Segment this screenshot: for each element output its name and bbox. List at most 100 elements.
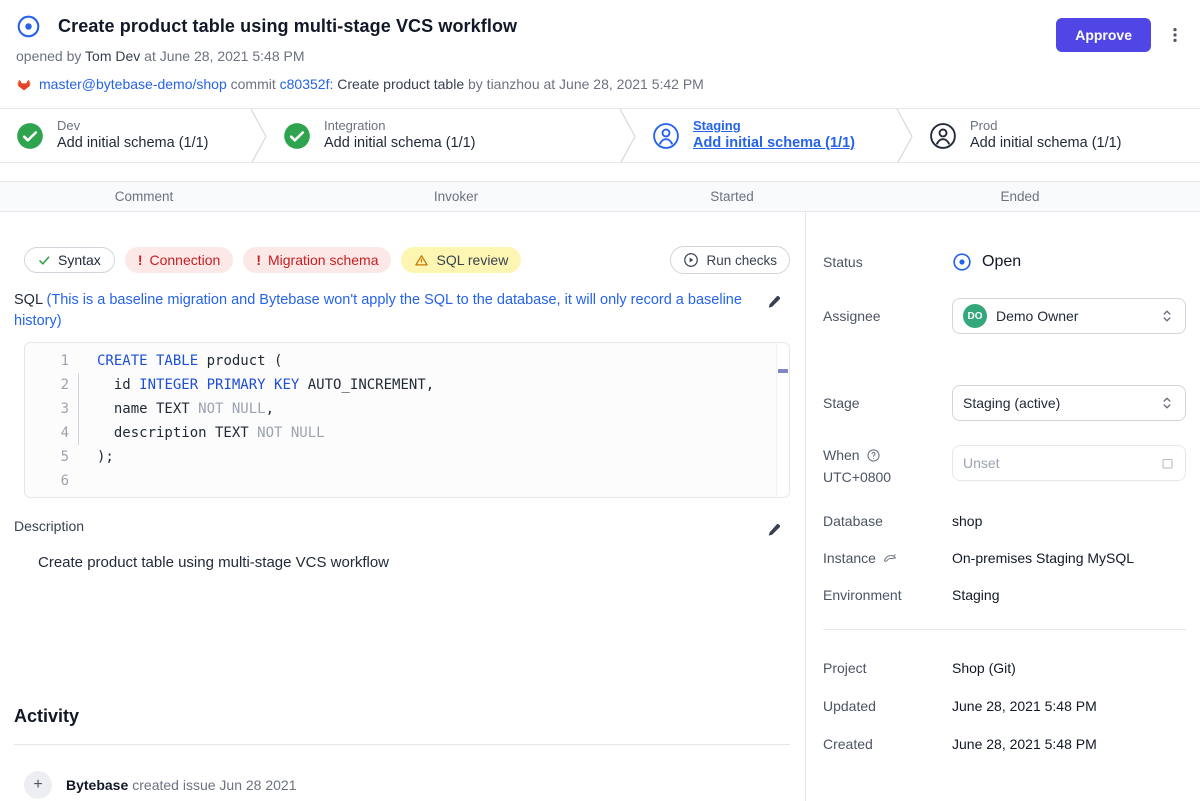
status-row: Status Open	[823, 252, 1186, 272]
pipeline-stage-staging[interactable]: StagingAdd initial schema (1/1)	[636, 109, 896, 162]
task-table-header: Comment Invoker Started Ended	[0, 181, 1200, 212]
stage-label: Stage	[823, 395, 952, 411]
column-invoker: Invoker	[288, 189, 624, 204]
assignee-select[interactable]: DO Demo Owner	[952, 298, 1186, 334]
description-label: Description	[14, 518, 84, 534]
status-open-icon	[952, 252, 972, 272]
stage-task: Add initial schema (1/1)	[57, 134, 209, 153]
created-label: Created	[823, 736, 952, 752]
run-checks-button[interactable]: Run checks	[670, 246, 790, 274]
activity-action: created issue Jun 28 2021	[132, 777, 296, 793]
kebab-menu-icon[interactable]	[1164, 23, 1186, 47]
issue-sidebar: Status Open Assignee DO Demo Owner Stage…	[805, 212, 1200, 801]
check-badges-row: Syntax ! Connection ! Migration schema S…	[24, 246, 790, 274]
database-value[interactable]: shop	[952, 513, 1186, 529]
opener-name: Tom Dev	[85, 48, 140, 64]
pipeline-stage-prod[interactable]: ProdAdd initial schema (1/1)	[913, 109, 1200, 162]
stage-task: Add initial schema (1/1)	[693, 134, 855, 153]
stage-row: Stage Staging (active)	[823, 385, 1186, 421]
stage-name: Staging	[693, 118, 855, 134]
when-label: When	[823, 445, 860, 465]
chevron-up-down-icon	[1159, 395, 1175, 411]
created-value: June 28, 2021 5:48 PM	[952, 736, 1186, 752]
scrollbar-marker	[778, 369, 788, 373]
stage-pipeline: DevAdd initial schema (1/1) IntegrationA…	[0, 108, 1200, 163]
check-badge-connection[interactable]: ! Connection	[125, 247, 234, 273]
description-header: Description	[14, 518, 790, 538]
edit-description-pencil-icon[interactable]	[766, 522, 782, 538]
check-badge-sql-review[interactable]: SQL review	[401, 247, 521, 273]
edit-sql-pencil-icon[interactable]	[766, 294, 782, 310]
instance-label: Instance	[823, 550, 876, 566]
stage-value: Staging (active)	[963, 395, 1150, 411]
pipeline-stage-dev[interactable]: DevAdd initial schema (1/1)	[0, 109, 250, 162]
approve-button[interactable]: Approve	[1056, 18, 1151, 52]
plus-icon: +	[24, 771, 52, 799]
activity-heading: Activity	[14, 706, 790, 730]
baseline-note: (This is a baseline migration and Byteba…	[14, 292, 742, 329]
created-row: Created June 28, 2021 5:48 PM	[823, 736, 1186, 752]
issue-detail-panel: Syntax ! Connection ! Migration schema S…	[0, 212, 805, 801]
assignee-value: Demo Owner	[996, 308, 1150, 324]
instance-value[interactable]: On-premises Staging MySQL	[952, 550, 1186, 566]
gitlab-icon	[16, 76, 32, 92]
column-started: Started	[624, 189, 840, 204]
exclamation-icon: !	[256, 252, 261, 268]
divider	[14, 744, 790, 745]
updated-label: Updated	[823, 698, 952, 714]
pipeline-stage-integration[interactable]: IntegrationAdd initial schema (1/1)	[267, 109, 619, 162]
mysql-dolphin-icon	[882, 550, 898, 566]
status-value: Open	[982, 253, 1021, 271]
updated-value: June 28, 2021 5:48 PM	[952, 698, 1186, 714]
stage-task: Add initial schema (1/1)	[324, 134, 476, 153]
vcs-commit-line: master@bytebase-demo/shop commit c80352f…	[16, 74, 1184, 94]
instance-row: Instance On-premises Staging MySQL	[823, 550, 1186, 566]
user-circle-icon	[929, 122, 957, 150]
chevron-up-down-icon	[1159, 308, 1175, 324]
check-badge-syntax[interactable]: Syntax	[24, 247, 115, 273]
warning-triangle-icon	[414, 253, 429, 268]
commit-sha-link[interactable]: c80352f:	[280, 76, 334, 92]
activity-actor: Bytebase	[66, 777, 128, 793]
description-text: Create product table using multi-stage V…	[38, 554, 790, 576]
column-comment: Comment	[0, 189, 288, 204]
check-circle-icon	[283, 122, 311, 150]
issue-header: Create product table using multi-stage V…	[0, 0, 1200, 94]
updated-row: Updated June 28, 2021 5:48 PM	[823, 698, 1186, 714]
check-badge-migration-schema[interactable]: ! Migration schema	[243, 247, 391, 273]
sql-code-editor[interactable]: 1CREATE TABLE product (2 id INTEGER PRIM…	[24, 342, 790, 498]
stage-select[interactable]: Staging (active)	[952, 385, 1186, 421]
chevron-separator	[896, 109, 913, 163]
environment-row: Environment Staging	[823, 587, 1186, 603]
stage-name: Prod	[970, 118, 1122, 134]
stage-name: Dev	[57, 118, 209, 134]
column-ended: Ended	[840, 189, 1200, 204]
editor-scrollbar[interactable]	[776, 343, 789, 497]
when-date-input[interactable]: Unset	[952, 445, 1186, 481]
when-placeholder: Unset	[963, 455, 1160, 471]
when-timezone: UTC+0800	[823, 467, 952, 487]
when-row: When UTC+0800 Unset	[823, 445, 1186, 487]
environment-value[interactable]: Staging	[952, 587, 1186, 603]
opened-by-line: opened by Tom Dev at June 28, 2021 5:48 …	[16, 48, 1184, 68]
divider	[823, 629, 1186, 630]
assignee-label: Assignee	[823, 308, 952, 324]
exclamation-icon: !	[138, 252, 143, 268]
chevron-separator	[250, 109, 267, 163]
activity-item: + Bytebasecreated issue Jun 28 2021	[24, 771, 790, 799]
environment-label: Environment	[823, 587, 952, 603]
stage-name: Integration	[324, 118, 476, 134]
branch-repo-link[interactable]: master@bytebase-demo/shop	[39, 76, 227, 92]
check-icon	[38, 254, 51, 267]
check-circle-icon	[16, 122, 44, 150]
project-row: Project Shop (Git)	[823, 660, 1186, 676]
page-title: Create product table using multi-stage V…	[58, 16, 517, 37]
project-value[interactable]: Shop (Git)	[952, 660, 1186, 676]
calendar-icon	[1160, 456, 1175, 471]
issue-open-icon	[16, 14, 41, 39]
avatar: DO	[963, 304, 987, 328]
database-row: Database shop	[823, 513, 1186, 529]
help-circle-icon[interactable]	[866, 448, 881, 463]
assignee-row: Assignee DO Demo Owner	[823, 298, 1186, 334]
database-label: Database	[823, 513, 952, 529]
